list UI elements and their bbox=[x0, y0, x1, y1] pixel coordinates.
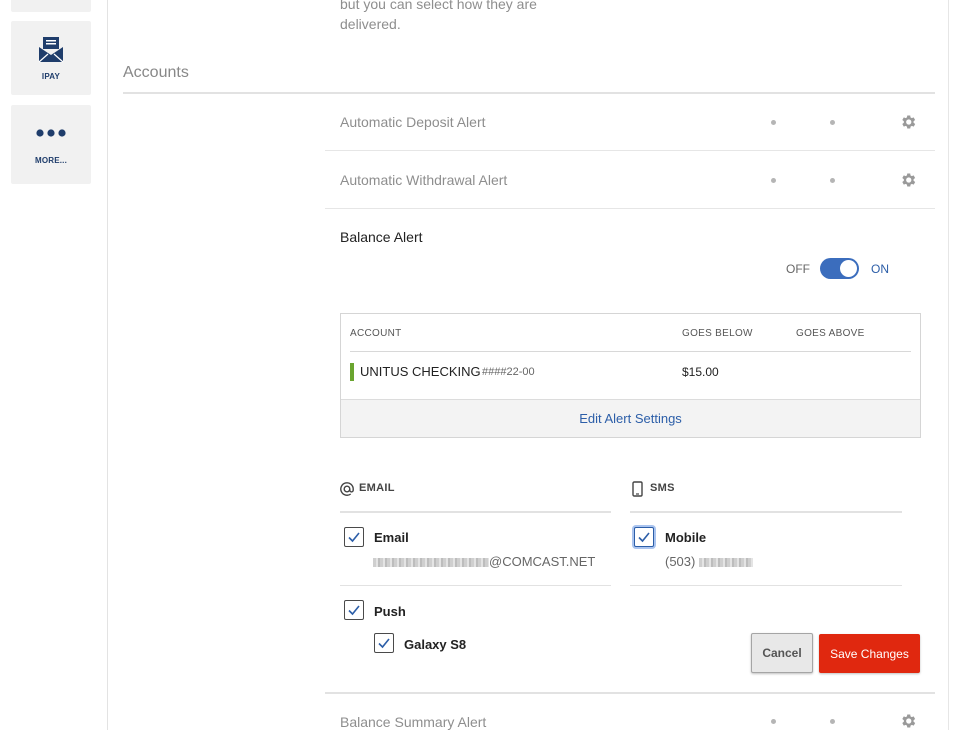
mobile-phone-icon bbox=[632, 481, 643, 497]
redacted-phone-digits bbox=[698, 558, 753, 568]
push-option-label: Push bbox=[374, 604, 406, 619]
cancel-button[interactable]: Cancel bbox=[751, 633, 813, 673]
gear-icon[interactable] bbox=[899, 171, 917, 189]
email-option-label: Email bbox=[374, 530, 409, 545]
sidebar-item-label: MORE... bbox=[34, 156, 68, 165]
content-right-border bbox=[948, 0, 949, 730]
left-nav-rail: IPAY MORE... bbox=[0, 0, 108, 730]
intro-text: but you can select how they are delivere… bbox=[340, 0, 537, 32]
column-header-goes-above: GOES ABOVE bbox=[796, 328, 865, 339]
toggle-knob bbox=[840, 260, 857, 277]
sidebar-item-label: IPAY bbox=[41, 72, 61, 81]
email-heading-divider bbox=[340, 511, 611, 513]
email-domain: @COMCAST.NET bbox=[489, 554, 596, 569]
email-divider bbox=[340, 585, 611, 586]
account-number: ####22-00 bbox=[482, 366, 535, 378]
phone-area-code: (503) bbox=[665, 554, 696, 569]
balance-alert-title: Balance Alert bbox=[340, 229, 423, 245]
email-channel-heading: EMAIL bbox=[359, 482, 395, 494]
push-checkbox[interactable] bbox=[344, 600, 364, 620]
alert-toggle-switch[interactable] bbox=[820, 258, 859, 279]
column-header-account: ACCOUNT bbox=[350, 328, 402, 339]
alert-row-automatic-deposit[interactable]: Automatic Deposit Alert bbox=[325, 93, 935, 151]
sms-status-dot bbox=[830, 120, 835, 125]
account-name: UNITUS CHECKING bbox=[360, 364, 481, 379]
alert-row-automatic-withdrawal[interactable]: Automatic Withdrawal Alert bbox=[325, 151, 935, 209]
goes-below-value: $15.00 bbox=[682, 365, 719, 379]
toggle-off-label: OFF bbox=[786, 262, 810, 276]
email-status-dot bbox=[771, 719, 776, 724]
sms-divider bbox=[630, 585, 902, 586]
mobile-phone-number: (503) bbox=[665, 554, 753, 569]
at-sign-icon bbox=[340, 482, 354, 496]
email-checkbox[interactable] bbox=[344, 527, 364, 547]
alert-name: Balance Summary Alert bbox=[340, 714, 487, 730]
mobile-option-label: Mobile bbox=[665, 530, 707, 545]
section-title: Accounts bbox=[123, 64, 189, 81]
device-checkbox[interactable] bbox=[374, 633, 394, 653]
account-table: ACCOUNT GOES BELOW GOES ABOVE UNITUS CHE… bbox=[340, 313, 921, 438]
save-changes-button[interactable]: Save Changes bbox=[819, 634, 920, 673]
column-header-goes-below: GOES BELOW bbox=[682, 328, 753, 339]
alert-row-balance-summary[interactable]: Balance Summary Alert bbox=[325, 694, 935, 730]
more-dots-icon bbox=[11, 128, 91, 138]
sms-status-dot bbox=[830, 719, 835, 724]
envelope-icon bbox=[11, 35, 91, 63]
email-address: @COMCAST.NET bbox=[373, 554, 595, 569]
alert-name: Automatic Withdrawal Alert bbox=[340, 172, 508, 188]
toggle-on-label: ON bbox=[871, 262, 889, 276]
device-label: Galaxy S8 bbox=[404, 637, 467, 652]
gear-icon[interactable] bbox=[899, 113, 917, 131]
gear-icon[interactable] bbox=[899, 712, 917, 730]
email-status-dot bbox=[771, 178, 776, 183]
alert-name: Automatic Deposit Alert bbox=[340, 114, 486, 130]
sms-heading-divider bbox=[630, 511, 902, 513]
email-status-dot bbox=[771, 120, 776, 125]
sms-channel-heading: SMS bbox=[650, 482, 675, 494]
redacted-email-user bbox=[373, 558, 489, 568]
account-color-bar bbox=[350, 363, 354, 381]
sidebar-item-ipay[interactable]: IPAY bbox=[11, 21, 91, 95]
mobile-checkbox[interactable] bbox=[634, 527, 654, 547]
sidebar-item-top[interactable] bbox=[11, 0, 91, 12]
edit-alert-settings-link[interactable]: Edit Alert Settings bbox=[341, 399, 920, 437]
sms-status-dot bbox=[830, 178, 835, 183]
table-header-divider bbox=[350, 351, 911, 352]
sidebar-item-more[interactable]: MORE... bbox=[11, 105, 91, 184]
